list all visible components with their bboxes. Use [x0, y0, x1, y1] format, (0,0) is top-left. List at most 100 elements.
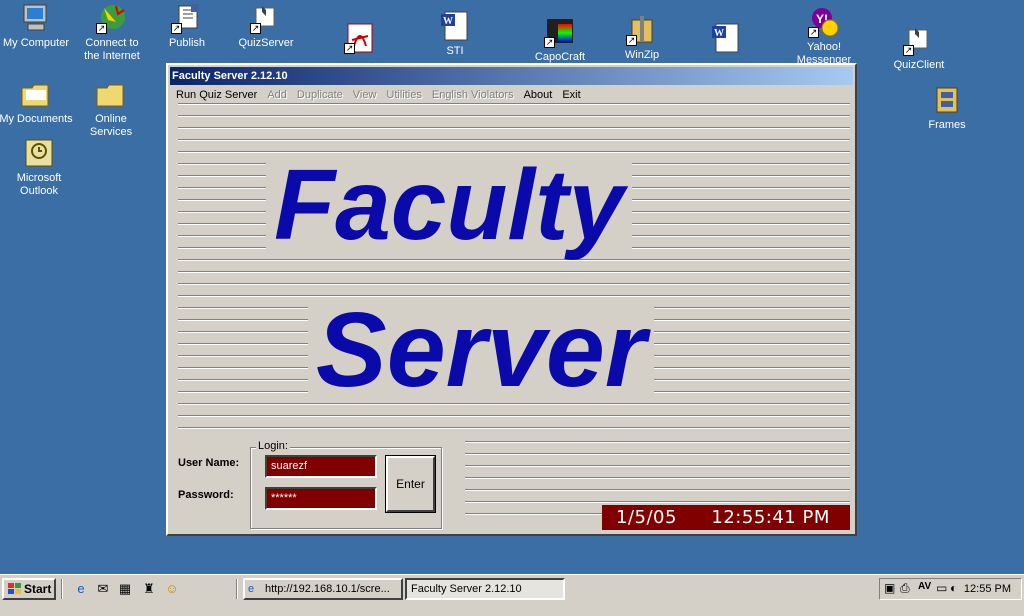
acrobat-icon: ↗: [344, 22, 376, 54]
banner-server: Server: [308, 297, 655, 403]
desktop-icon-quizserver[interactable]: ↗ QuizServer: [226, 2, 306, 50]
taskbar-browser-button[interactable]: e http://192.168.10.1/scre...: [243, 578, 403, 600]
decorative-line: [178, 115, 850, 117]
desktop-icon-label: My Computer: [2, 37, 70, 49]
menu-english-violators[interactable]: English Violators: [428, 86, 520, 104]
monitor-tray-icon[interactable]: ▭: [936, 581, 947, 595]
shortcut-arrow-icon: ↗: [544, 37, 555, 48]
decorative-line: [178, 127, 850, 129]
decorative-line: [178, 103, 850, 105]
password-field[interactable]: ******: [265, 487, 377, 510]
shortcut-arrow-icon: ↗: [626, 35, 637, 46]
desktop-icon-label: QuizServer: [238, 37, 294, 49]
volume-tray-icon[interactable]: ◐: [950, 581, 957, 595]
windows-logo-icon: [8, 583, 21, 594]
time-display: 12:55:41 PM: [711, 507, 830, 528]
desktop-icon-label: WinZip: [624, 49, 660, 61]
shortcut-arrow-icon: ↗: [808, 27, 819, 38]
decorative-line: [465, 453, 850, 455]
printer-tray-icon[interactable]: ⎙: [900, 581, 910, 596]
menu-duplicate[interactable]: Duplicate: [293, 86, 349, 104]
decorative-line: [178, 271, 850, 273]
desktop-icon-label: QuizClient: [893, 59, 945, 71]
desktop-icon-online-services[interactable]: Online Services: [71, 78, 151, 139]
desktop-icon-label: My Documents: [0, 113, 73, 125]
yahoo-messenger-icon: Y! ↗: [808, 6, 840, 38]
desktop-icon-connect-internet[interactable]: ↗ Connect to the Internet: [72, 2, 152, 63]
menu-add[interactable]: Add: [263, 86, 293, 104]
desktop-icon-acrobat[interactable]: ↗: [320, 22, 400, 57]
taskbar-separator: [236, 579, 238, 599]
taskbar-button-label: Faculty Server 2.12.10: [411, 583, 522, 595]
decorative-line: [178, 139, 850, 141]
desktop-icon-label: STI: [446, 45, 464, 57]
decorative-line: [465, 477, 850, 479]
taskbar-faculty-server-button[interactable]: Faculty Server 2.12.10: [405, 578, 565, 600]
menu-bar: Run Quiz Server Add Duplicate View Utili…: [172, 86, 587, 104]
desktop-icon-my-computer[interactable]: My Computer: [0, 2, 76, 50]
window-title[interactable]: Faculty Server 2.12.10: [170, 67, 853, 85]
desktop-icon-capocraft[interactable]: ↗ CapoCraft: [520, 16, 600, 64]
menu-exit[interactable]: Exit: [558, 86, 586, 104]
shortcut-arrow-icon: ↗: [344, 43, 355, 54]
shortcut-arrow-icon: ↗: [903, 45, 914, 56]
desktop-icon-winzip[interactable]: ↗ WinZip: [602, 14, 682, 62]
quizserver-icon: ↗: [250, 2, 282, 34]
computer-icon: [20, 2, 52, 34]
taskbar-separator: [61, 579, 63, 599]
ie-quicklaunch-icon[interactable]: e: [72, 580, 90, 598]
network-tray-icon[interactable]: ▣: [884, 581, 895, 595]
system-tray: ▣ ⎙ AV ▭ ◐ 12:55 PM: [879, 578, 1022, 600]
quizclient-icon: ↗: [903, 24, 935, 56]
desktop-icon-label: Publish: [168, 37, 206, 49]
desktop-icon-quizclient[interactable]: ↗ QuizClient: [879, 24, 959, 72]
folder-icon: [95, 78, 127, 110]
taskbar-clock[interactable]: 12:55 PM: [964, 579, 1011, 599]
banner-faculty: Faculty: [266, 155, 633, 255]
desktop-icon-yahoo-messenger[interactable]: Y! ↗ Yahoo! Messenger: [784, 6, 864, 67]
username-field[interactable]: suarezf: [265, 455, 377, 478]
taskbar-button-label: http://192.168.10.1/scre...: [265, 583, 390, 595]
date-time-display: 1/5/05 12:55:41 PM: [602, 505, 850, 530]
menu-run-quiz-server[interactable]: Run Quiz Server: [172, 86, 263, 104]
folder-icon: [20, 78, 52, 110]
yahoo-messenger-quicklaunch-icon[interactable]: ☺: [163, 580, 181, 598]
frames-icon: [931, 84, 963, 116]
desktop-icon-sti[interactable]: W STI: [415, 10, 495, 58]
desktop-icon-label: Online Services: [89, 113, 133, 138]
desktop-icon-my-documents[interactable]: My Documents: [0, 78, 76, 126]
password-label: Password:: [178, 489, 234, 501]
antivirus-tray-icon[interactable]: AV: [918, 581, 931, 592]
svg-text:W: W: [714, 28, 724, 39]
word-document-icon: W: [710, 22, 742, 54]
capocraft-icon: ↗: [544, 16, 576, 48]
menu-about[interactable]: About: [520, 86, 559, 104]
winzip-icon: ↗: [626, 14, 658, 46]
desktop-icon-label: Frames: [928, 119, 966, 131]
word-document-icon: W: [439, 10, 471, 42]
menu-utilities[interactable]: Utilities: [382, 86, 427, 104]
outlook-express-quicklaunch-icon[interactable]: ✉: [94, 580, 112, 598]
login-group-label: Login:: [256, 440, 290, 452]
decorative-line: [465, 465, 850, 467]
desktop-icon-label: Connect to the Internet: [84, 37, 140, 62]
desktop-icon-word-doc[interactable]: W: [686, 22, 766, 57]
ie-icon: e: [248, 583, 255, 595]
start-button[interactable]: Start: [2, 578, 56, 600]
shortcut-arrow-icon: ↗: [96, 23, 107, 34]
menu-view[interactable]: View: [349, 86, 383, 104]
enter-button[interactable]: Enter: [385, 455, 436, 513]
desktop-icon-publish[interactable]: ↗ Publish: [147, 2, 227, 50]
decorative-line: [178, 415, 850, 417]
winzip-quicklaunch-icon[interactable]: ♜: [140, 580, 158, 598]
svg-text:W: W: [443, 16, 453, 27]
desktop-icon-frames[interactable]: Frames: [907, 84, 987, 132]
desktop-icon-outlook[interactable]: Microsoft Outlook: [0, 137, 79, 198]
start-label: Start: [24, 582, 52, 596]
decorative-line: [178, 427, 850, 429]
outlook-icon: [23, 137, 55, 169]
decorative-line: [178, 283, 850, 285]
desktop-icon-label: Microsoft Outlook: [16, 172, 62, 197]
decorative-line: [465, 501, 850, 503]
show-desktop-quicklaunch-icon[interactable]: ▦: [116, 580, 134, 598]
